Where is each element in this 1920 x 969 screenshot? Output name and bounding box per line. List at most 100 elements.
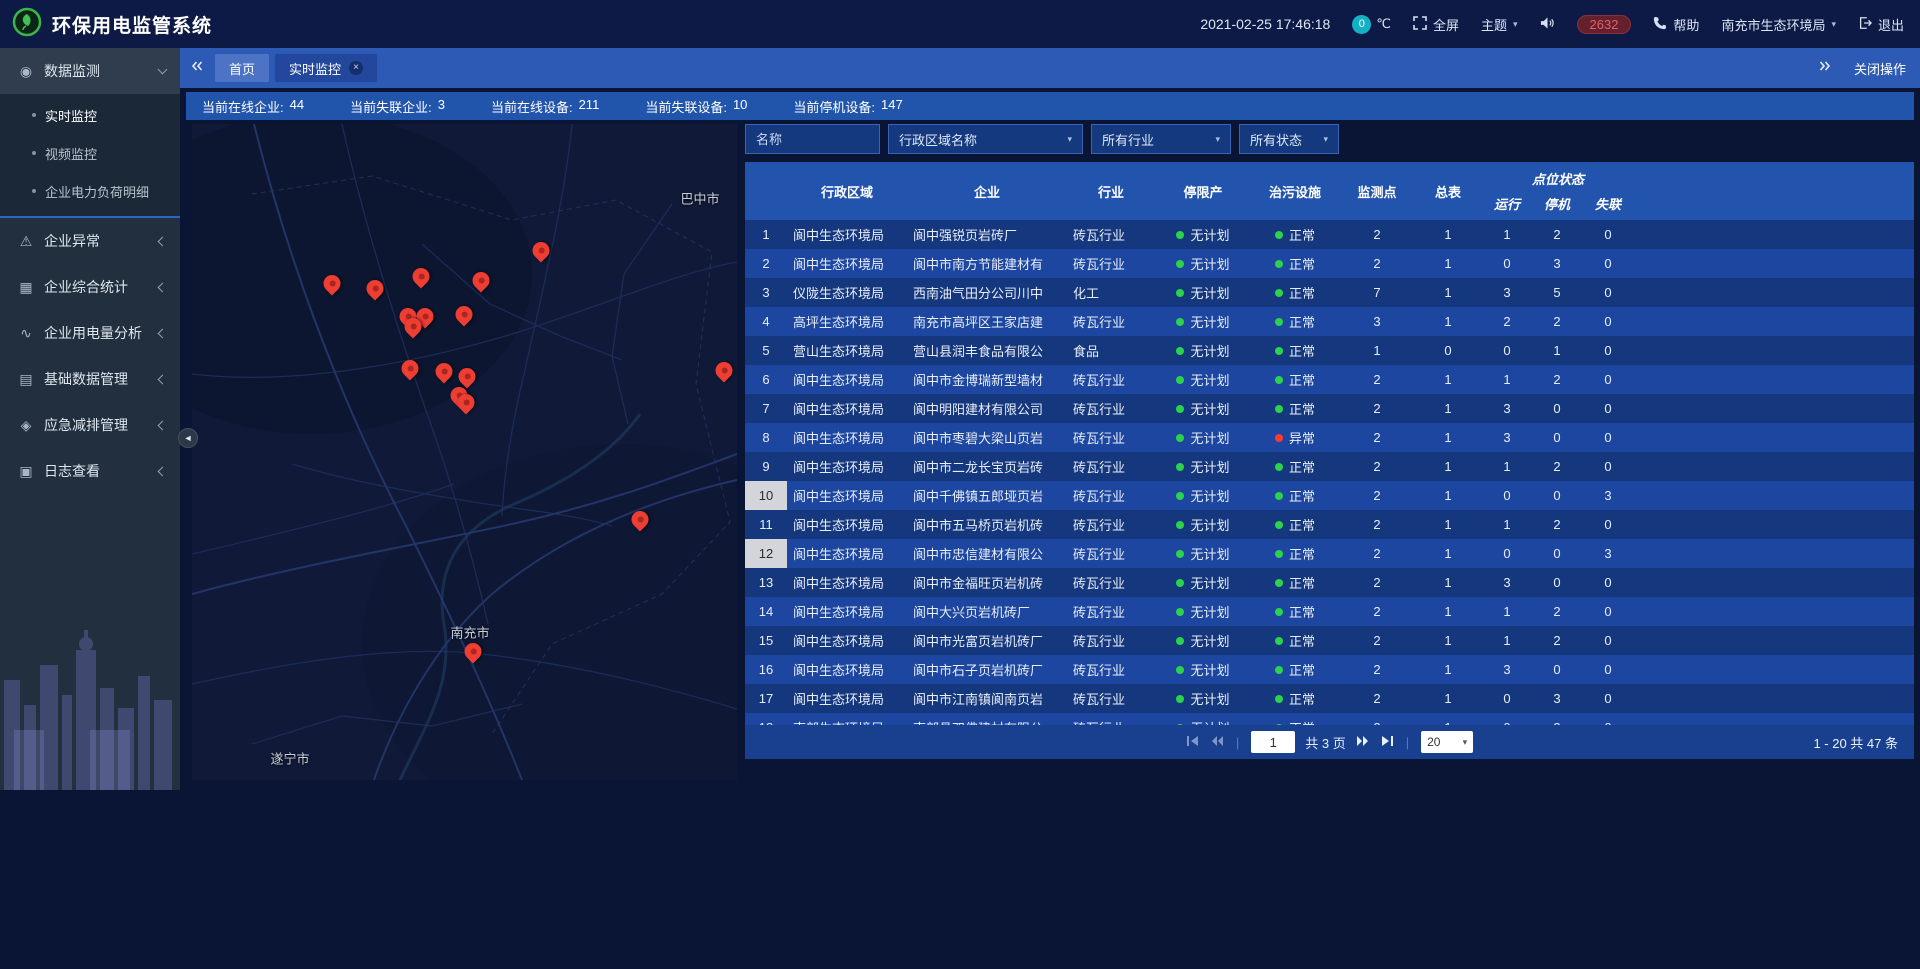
alarm-count-badge[interactable]: 2632 xyxy=(1577,15,1632,34)
theme-dropdown[interactable]: 主题 ▾ xyxy=(1481,15,1518,34)
first-page-icon xyxy=(1186,735,1200,750)
cell-industry: 砖瓦行业 xyxy=(1067,684,1155,713)
industry-filter-select[interactable]: 所有行业 ▾ xyxy=(1091,124,1231,154)
map-pin[interactable] xyxy=(529,238,553,262)
tabs-scroll-right-button[interactable] xyxy=(1817,59,1832,77)
table-row[interactable]: 4高坪生态环境局南充市高坪区王家店建砖瓦行业无计划正常31220 xyxy=(745,307,1914,336)
row-index: 10 xyxy=(745,481,787,510)
cell-lost: 0 xyxy=(1581,307,1635,336)
alarm-speaker-button[interactable] xyxy=(1540,16,1555,33)
tabs-scroll-left-button[interactable] xyxy=(190,59,205,77)
table-row[interactable]: 15阆中生态环境局阆中市光富页岩机砖厂砖瓦行业无计划正常21120 xyxy=(745,626,1914,655)
status-dot xyxy=(1176,666,1184,674)
table-row[interactable]: 6阆中生态环境局阆中市金博瑞新型墙材砖瓦行业无计划正常21120 xyxy=(745,365,1914,394)
tab-home[interactable]: 首页 xyxy=(215,54,269,82)
sidebar-menu-item[interactable]: ∿企业用电量分析 xyxy=(0,310,180,356)
cell-monitor: 2 xyxy=(1339,539,1415,568)
cell-meter: 1 xyxy=(1415,684,1481,713)
cell-run: 1 xyxy=(1481,510,1533,539)
cell-region: 阆中生态环境局 xyxy=(787,626,907,655)
table-row[interactable]: 16阆中生态环境局阆中市石子页岩机砖厂砖瓦行业无计划正常21300 xyxy=(745,655,1914,684)
row-index: 16 xyxy=(745,655,787,684)
table-row[interactable]: 10阆中生态环境局阆中千佛镇五郎垭页岩砖瓦行业无计划正常21003 xyxy=(745,481,1914,510)
map-pin[interactable] xyxy=(398,356,422,380)
double-chevron-left-icon xyxy=(190,59,205,77)
sidebar-submenu-item[interactable]: 视频监控 xyxy=(0,134,180,172)
table-row[interactable]: 9阆中生态环境局阆中市二龙长宝页岩砖砖瓦行业无计划正常21120 xyxy=(745,452,1914,481)
sidebar-menu-item[interactable]: ▤基础数据管理 xyxy=(0,356,180,402)
map-pin[interactable] xyxy=(432,359,456,383)
table-row[interactable]: 8阆中生态环境局阆中市枣碧大梁山页岩砖瓦行业无计划异常21300 xyxy=(745,423,1914,452)
last-page-button[interactable] xyxy=(1380,735,1394,750)
name-filter-input[interactable] xyxy=(745,124,880,154)
map-pin[interactable] xyxy=(712,358,736,382)
stat-value: 10 xyxy=(733,97,747,116)
table-row[interactable]: 18南部生态环境局南部县双佛建材有限公砖瓦行业无计划正常21030 xyxy=(745,713,1914,725)
region-filter-select[interactable]: 行政区域名称 ▾ xyxy=(888,124,1083,154)
map-pin[interactable] xyxy=(320,271,344,295)
cell-halt: 2 xyxy=(1533,307,1581,336)
row-index: 15 xyxy=(745,626,787,655)
cell-stop-status: 无计划 xyxy=(1155,220,1251,249)
status-dot xyxy=(1176,608,1184,616)
table-row[interactable]: 11阆中生态环境局阆中市五马桥页岩机砖砖瓦行业无计划正常21120 xyxy=(745,510,1914,539)
row-index: 6 xyxy=(745,365,787,394)
map-marker-layer: 巴中市南充市遂宁市 xyxy=(192,124,737,780)
map-pin[interactable] xyxy=(409,264,433,288)
table-row[interactable]: 3仪陇生态环境局西南油气田分公司川中化工无计划正常71350 xyxy=(745,278,1914,307)
page-size-select[interactable]: 20 ▾ xyxy=(1421,731,1473,753)
chevron-icon xyxy=(158,420,168,430)
sidebar-menu-item[interactable]: ⚠企业异常 xyxy=(0,218,180,264)
status-text: 正常 xyxy=(1289,689,1315,708)
table-body: 1阆中生态环境局阆中强锐页岩砖厂砖瓦行业无计划正常211202阆中生态环境局阆中… xyxy=(745,220,1914,725)
double-chevron-right-icon xyxy=(1817,59,1832,77)
sidebar-submenu-item[interactable]: 实时监控 xyxy=(0,96,180,134)
sidebar-menu-item[interactable]: ▣日志查看 xyxy=(0,448,180,494)
sidebar-menu-item[interactable]: ◉数据监测 xyxy=(0,48,180,94)
close-tab-icon[interactable]: × xyxy=(349,61,363,75)
sidebar-submenu-item[interactable]: 企业电力负荷明细 xyxy=(0,172,180,210)
cell-meter: 1 xyxy=(1415,655,1481,684)
page-number-input[interactable] xyxy=(1251,731,1295,753)
table-row[interactable]: 1阆中生态环境局阆中强锐页岩砖厂砖瓦行业无计划正常21120 xyxy=(745,220,1914,249)
sidebar-menu-item[interactable]: ▦企业综合统计 xyxy=(0,264,180,310)
fullscreen-button[interactable]: 全屏 xyxy=(1413,15,1459,34)
map-pin[interactable] xyxy=(461,639,485,663)
speaker-icon xyxy=(1540,16,1555,33)
map-pin[interactable] xyxy=(452,302,476,326)
table-row[interactable]: 13阆中生态环境局阆中市金福旺页岩机砖砖瓦行业无计划正常21300 xyxy=(745,568,1914,597)
cell-monitor: 2 xyxy=(1339,510,1415,539)
sidebar-group: ⚠企业异常 xyxy=(0,218,180,264)
table-row[interactable]: 12阆中生态环境局阆中市忠信建材有限公砖瓦行业无计划正常21003 xyxy=(745,539,1914,568)
sidebar-menu-item[interactable]: ◈应急减排管理 xyxy=(0,402,180,448)
map-pin[interactable] xyxy=(469,268,493,292)
col-halt: 停机 xyxy=(1533,194,1581,213)
map-panel[interactable]: 巴中市南充市遂宁市 xyxy=(192,124,737,780)
sidebar-menu: ◉数据监测实时监控视频监控企业电力负荷明细 ⚠企业异常▦企业综合统计∿企业用电量分… xyxy=(0,48,180,494)
cell-facility-status: 正常 xyxy=(1251,336,1339,365)
sidebar-collapse-button[interactable]: ◄ xyxy=(178,428,198,448)
tab-realtime-monitor[interactable]: 实时监控 × xyxy=(275,54,377,82)
cell-company: 阆中市光富页岩机砖厂 xyxy=(907,626,1067,655)
cell-halt: 2 xyxy=(1533,452,1581,481)
logout-button[interactable]: 退出 xyxy=(1858,15,1904,34)
table-row[interactable]: 5营山生态环境局营山县润丰食品有限公食品无计划正常10010 xyxy=(745,336,1914,365)
map-pin[interactable] xyxy=(455,364,479,388)
map-pin[interactable] xyxy=(628,507,652,531)
cell-lost: 0 xyxy=(1581,423,1635,452)
table-row[interactable]: 17阆中生态环境局阆中市江南镇阆南页岩砖瓦行业无计划正常21030 xyxy=(745,684,1914,713)
first-page-button[interactable] xyxy=(1186,735,1200,750)
status-filter-select[interactable]: 所有状态 ▾ xyxy=(1239,124,1339,154)
map-pin[interactable] xyxy=(363,276,387,300)
cell-lost: 3 xyxy=(1581,539,1635,568)
status-text: 正常 xyxy=(1289,399,1315,418)
city-skyline-decoration xyxy=(0,610,180,790)
table-row[interactable]: 7阆中生态环境局阆中明阳建材有限公司砖瓦行业无计划正常21300 xyxy=(745,394,1914,423)
org-dropdown[interactable]: 南充市生态环境局 ▾ xyxy=(1721,15,1836,34)
next-page-button[interactable] xyxy=(1356,735,1370,750)
table-row[interactable]: 14阆中生态环境局阆中大兴页岩机砖厂砖瓦行业无计划正常21120 xyxy=(745,597,1914,626)
prev-page-button[interactable] xyxy=(1210,735,1224,750)
table-row[interactable]: 2阆中生态环境局阆中市南方节能建材有砖瓦行业无计划正常21030 xyxy=(745,249,1914,278)
help-button[interactable]: 帮助 xyxy=(1653,15,1699,34)
close-operations-button[interactable]: 关闭操作 xyxy=(1854,59,1906,78)
